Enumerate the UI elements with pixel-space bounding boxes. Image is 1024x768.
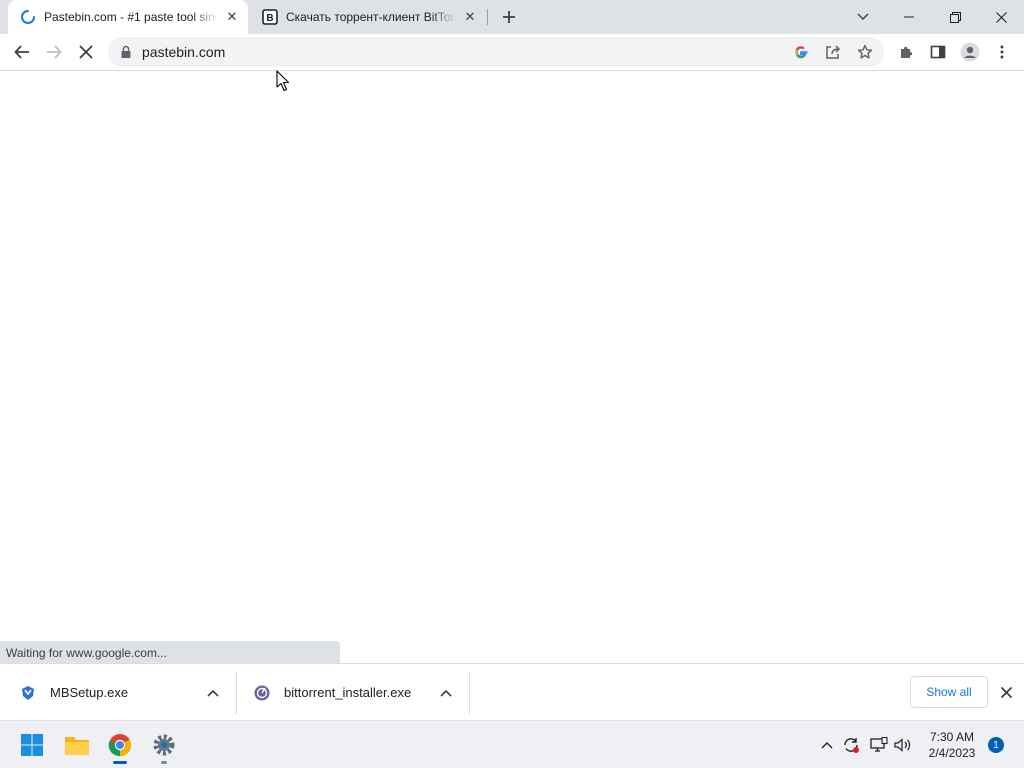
download-filename: MBSetup.exe: [50, 685, 129, 700]
clock-time: 7:30 AM: [929, 730, 975, 744]
tab-pastebin[interactable]: Pastebin.com - #1 paste tool since 2002!…: [8, 0, 248, 34]
download-separator: [236, 672, 237, 714]
chrome-menu-icon[interactable]: [988, 38, 1016, 66]
update-sync-icon[interactable]: [841, 735, 861, 755]
tab-title: Pastebin.com - #1 paste tool since 2002!: [44, 10, 218, 24]
download-item-mbsetup[interactable]: MBSetup.exe: [20, 670, 230, 715]
bookmark-star-icon[interactable]: [856, 43, 874, 61]
forward-button[interactable]: [40, 38, 68, 66]
google-lens-icon[interactable]: [792, 43, 810, 61]
extensions-puzzle-icon[interactable]: [892, 38, 920, 66]
show-hidden-icons-chevron-icon[interactable]: [817, 735, 837, 755]
close-shelf-icon[interactable]: [996, 682, 1016, 702]
url-text[interactable]: pastebin.com: [142, 44, 225, 60]
close-window-button[interactable]: [978, 0, 1024, 34]
bittorrent-site-favicon-icon: B: [262, 9, 278, 25]
show-all-downloads-button[interactable]: Show all: [910, 676, 988, 708]
download-filename: bittorrent_installer.exe: [284, 685, 412, 700]
stop-loading-button[interactable]: [72, 38, 100, 66]
tab-strip: Pastebin.com - #1 paste tool since 2002!…: [0, 0, 1024, 34]
loading-spinner-icon: [20, 9, 36, 25]
tab-bittorrent[interactable]: B Скачать торрент-клиент BitTorrent ✕: [250, 0, 486, 34]
windows-taskbar: 7:30 AM 2/4/2023 1: [0, 720, 1024, 768]
download-item-bittorrent[interactable]: bittorrent_installer.exe: [254, 670, 462, 715]
back-button[interactable]: [8, 38, 36, 66]
minimize-button[interactable]: [886, 0, 932, 34]
status-bubble: Waiting for www.google.com...: [0, 641, 340, 663]
settings-icon[interactable]: [148, 729, 180, 764]
profile-avatar-icon[interactable]: [956, 38, 984, 66]
share-icon[interactable]: [824, 43, 842, 61]
browser-toolbar: pastebin.com: [0, 34, 1024, 71]
address-bar[interactable]: pastebin.com: [108, 37, 884, 67]
malwarebytes-icon: [20, 685, 36, 701]
file-explorer-icon[interactable]: [61, 729, 93, 761]
restore-button[interactable]: [932, 0, 978, 34]
chrome-icon[interactable]: [104, 729, 136, 764]
mouse-cursor-icon: [276, 70, 290, 92]
page-viewport[interactable]: [0, 71, 1024, 663]
new-tab-button[interactable]: [498, 6, 520, 28]
lock-icon[interactable]: [120, 45, 132, 59]
bittorrent-icon: [254, 685, 270, 701]
svg-text:B: B: [266, 13, 273, 24]
active-app-indicator: [113, 761, 127, 764]
system-clock[interactable]: 7:30 AM 2/4/2023: [920, 729, 984, 761]
running-app-indicator: [161, 761, 167, 764]
network-icon[interactable]: [869, 735, 889, 755]
chevron-up-icon[interactable]: [439, 686, 453, 700]
tab-close-icon[interactable]: ✕: [462, 9, 478, 25]
start-icon[interactable]: [16, 729, 48, 761]
volume-icon[interactable]: [893, 735, 913, 755]
clock-date: 2/4/2023: [928, 746, 976, 760]
download-shelf: MBSetup.exe bittorrent_installer.exe Sho…: [0, 663, 1024, 720]
tab-title: Скачать торрент-клиент BitTorrent: [286, 10, 456, 24]
tab-close-icon[interactable]: ✕: [224, 9, 240, 25]
side-panel-icon[interactable]: [924, 38, 952, 66]
notification-badge[interactable]: 1: [988, 737, 1004, 753]
download-separator: [469, 672, 470, 714]
tab-search-button[interactable]: [840, 0, 886, 34]
chevron-up-icon[interactable]: [206, 686, 220, 700]
tab-separator: [487, 9, 488, 25]
